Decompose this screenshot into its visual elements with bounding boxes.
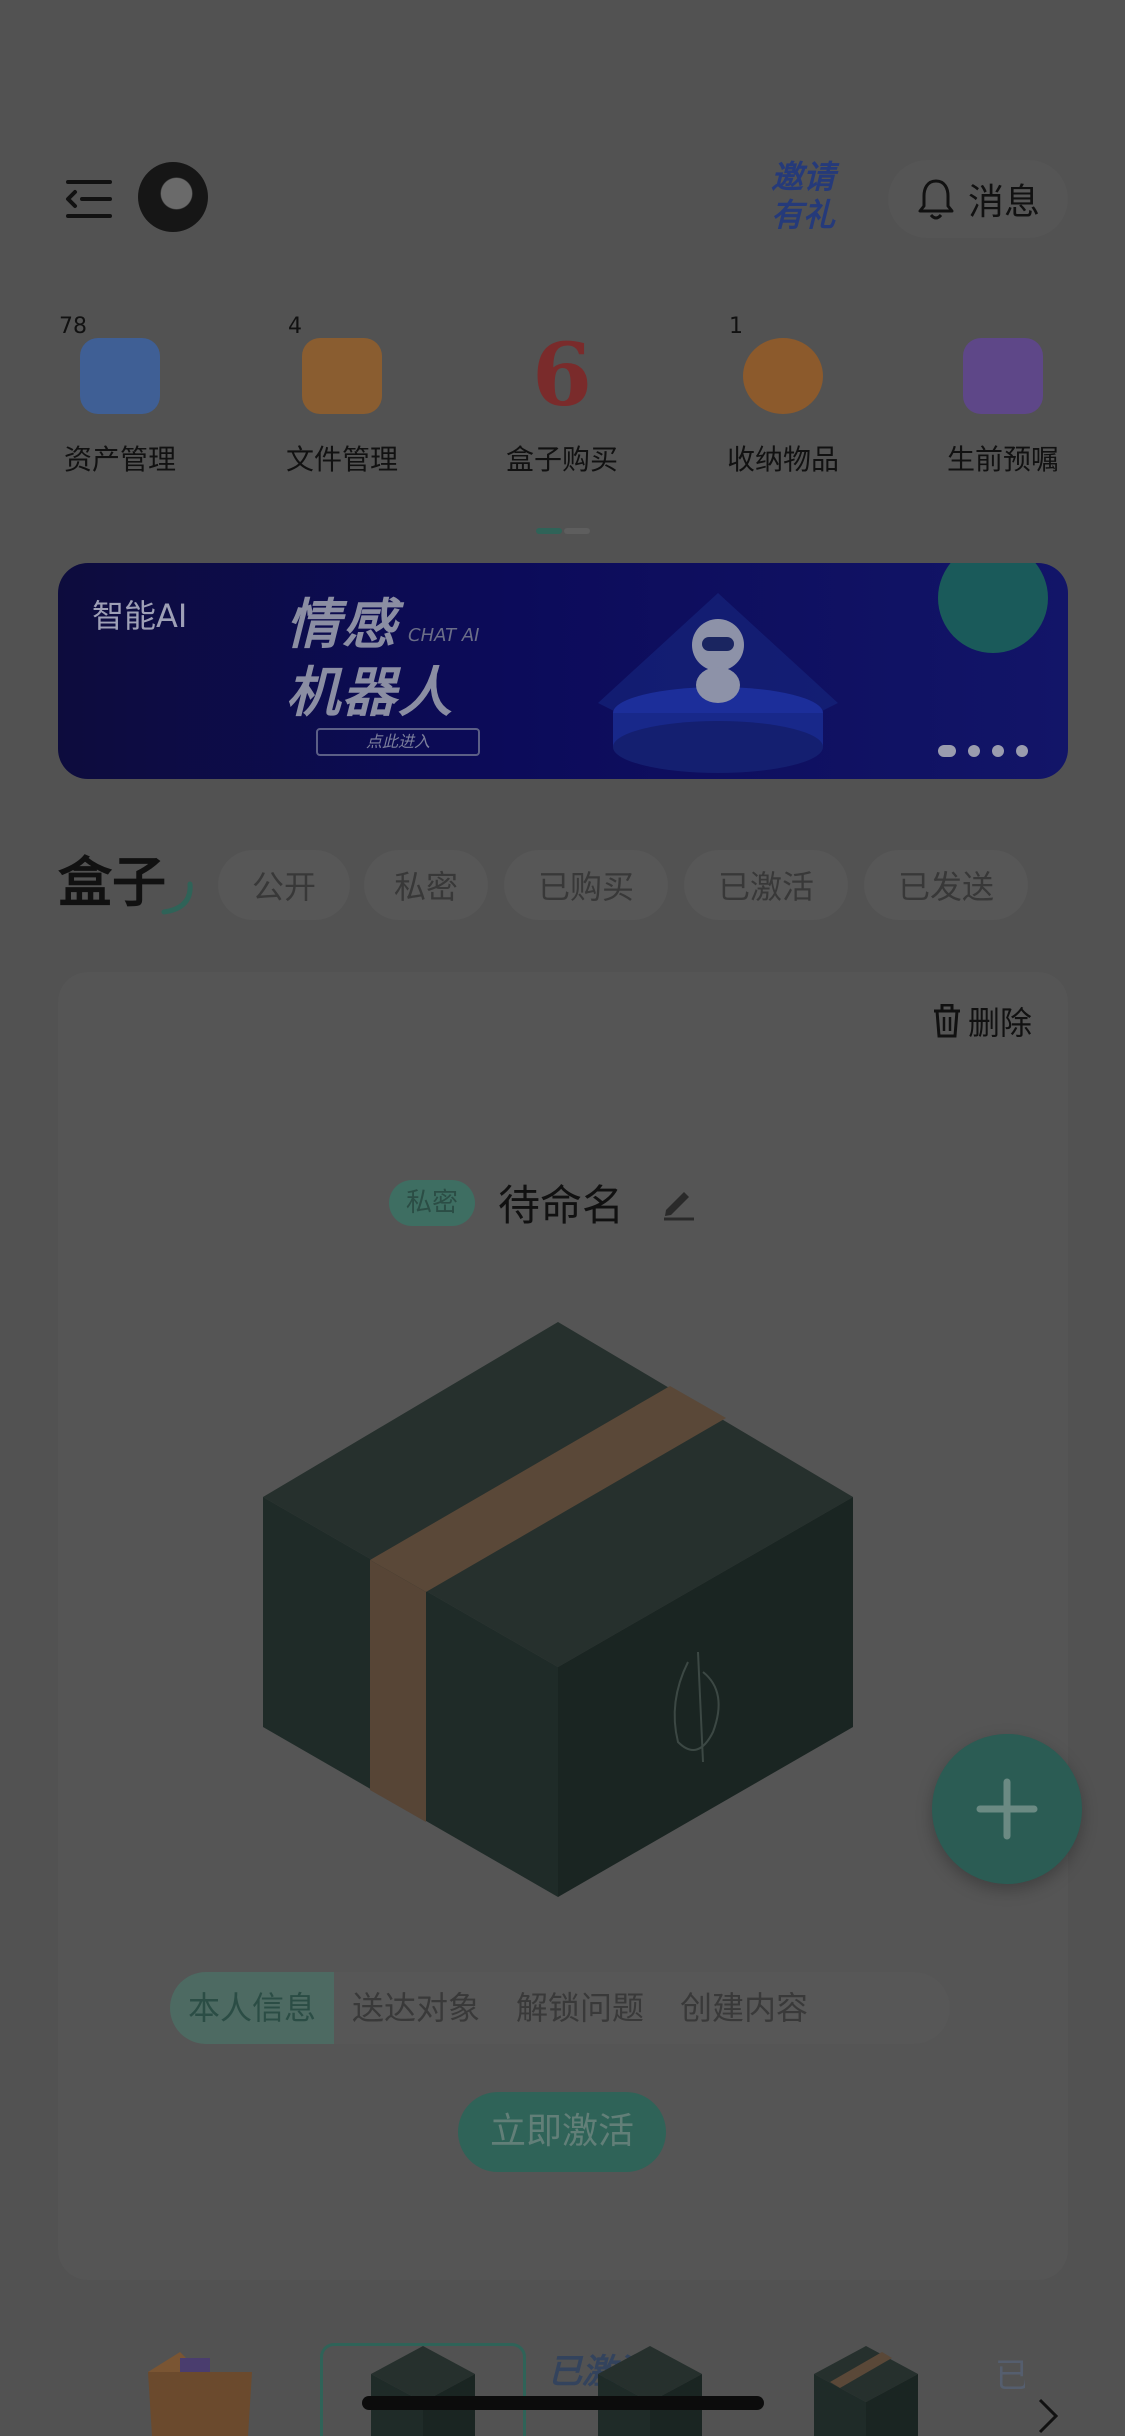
wallet-icon [80, 338, 160, 414]
bell-icon [918, 179, 954, 220]
document-icon [963, 338, 1043, 414]
nav-pager-dot [564, 528, 590, 534]
info-tab-unlock-question[interactable]: 解锁问题 [498, 1972, 662, 2044]
loading-arc-icon [161, 881, 193, 915]
filter-tab-sent[interactable]: 已发送 [864, 850, 1028, 920]
activate-button[interactable]: 立即激活 [458, 2092, 666, 2172]
box-card: 删除 私密 待命名 本人信息 送达对象 解锁问题 创建内容 立即激活 [58, 972, 1068, 2280]
add-box-button[interactable] [932, 1734, 1082, 1884]
edit-pencil-icon[interactable] [658, 1182, 698, 1222]
thumbnail-status-label-2: 已 [995, 2356, 1025, 2396]
banner-subtitle: CHAT AI [408, 625, 480, 646]
menu-collapse-icon[interactable] [62, 172, 116, 226]
banner-pager-dot [992, 745, 1004, 757]
filter-tab-public[interactable]: 公开 [218, 850, 350, 920]
delete-label: 删除 [967, 1004, 1032, 1042]
boxes-section-title: 盒子 [58, 851, 166, 914]
anniversary-6-icon: 6 [532, 325, 592, 426]
nav-pager-dot-active [536, 528, 562, 534]
nav-living-will[interactable]: 生前预嘱 [928, 300, 1078, 480]
filter-tab-purchased[interactable]: 已购买 [504, 850, 668, 920]
thumbnail-box[interactable] [590, 2342, 710, 2436]
nav-count: 1 [729, 314, 743, 339]
info-tab-recipients[interactable]: 送达对象 [334, 1972, 498, 2044]
nav-storage-items[interactable]: 1 收纳物品 [708, 300, 858, 480]
nav-label: 生前预嘱 [946, 443, 1059, 476]
invite-line-1: 邀请 [770, 158, 835, 196]
banner-title-line-2: 机器人 [286, 661, 454, 724]
delete-button[interactable]: 删除 [932, 998, 1032, 1044]
thumbnail-box[interactable] [363, 2342, 483, 2436]
nav-file-management[interactable]: 4 文件管理 [267, 300, 417, 480]
messages-button[interactable]: 消息 [888, 160, 1068, 238]
info-tab-personal[interactable]: 本人信息 [170, 1972, 335, 2044]
banner-pager-dot [968, 745, 980, 757]
nav-label: 文件管理 [285, 443, 398, 476]
filter-tab-private[interactable]: 私密 [364, 850, 488, 920]
private-tag: 私密 [389, 1180, 475, 1226]
folder-add-icon [302, 338, 382, 414]
nav-count: 78 [59, 314, 87, 339]
info-tab-create-content[interactable]: 创建内容 [662, 1972, 826, 2044]
invite-reward-badge[interactable]: 邀请 有礼 [758, 158, 848, 240]
nav-label: 资产管理 [63, 443, 176, 476]
decorative-planet [938, 563, 1048, 653]
home-indicator [362, 2396, 764, 2410]
storage-icon [743, 338, 823, 414]
messages-label: 消息 [967, 182, 1040, 223]
gift-box-illustration [263, 1322, 853, 1897]
box-name: 待命名 [498, 1181, 625, 1230]
banner-pager-dot-active [938, 745, 956, 757]
robot-illustration [598, 593, 838, 773]
nav-asset-management[interactable]: 78 资产管理 [45, 300, 195, 480]
invite-line-2: 有礼 [770, 196, 835, 234]
trash-icon [933, 1004, 960, 1038]
banner-enter-label: 点此进入 [316, 728, 480, 756]
nav-box-purchase[interactable]: 6 盒子购买 [487, 300, 637, 480]
ai-robot-banner[interactable]: 智能AI 情感 机器人 CHAT AI 点此进入 [58, 563, 1068, 779]
banner-pager-dot [1016, 745, 1028, 757]
nav-label: 收纳物品 [726, 443, 839, 476]
thumbnail-box[interactable] [806, 2342, 926, 2436]
banner-label: 智能AI [92, 597, 188, 635]
chevron-right-icon[interactable] [1032, 2396, 1062, 2436]
nav-label: 盒子购买 [505, 443, 618, 476]
avatar[interactable] [138, 162, 208, 232]
nav-count: 4 [288, 314, 302, 339]
banner-title: 情感 机器人 [286, 591, 454, 727]
filter-tab-activated[interactable]: 已激活 [684, 850, 848, 920]
thumbnail-open-box[interactable] [140, 2342, 260, 2436]
info-tab-bar: 本人信息 送达对象 解锁问题 创建内容 [170, 1972, 950, 2044]
